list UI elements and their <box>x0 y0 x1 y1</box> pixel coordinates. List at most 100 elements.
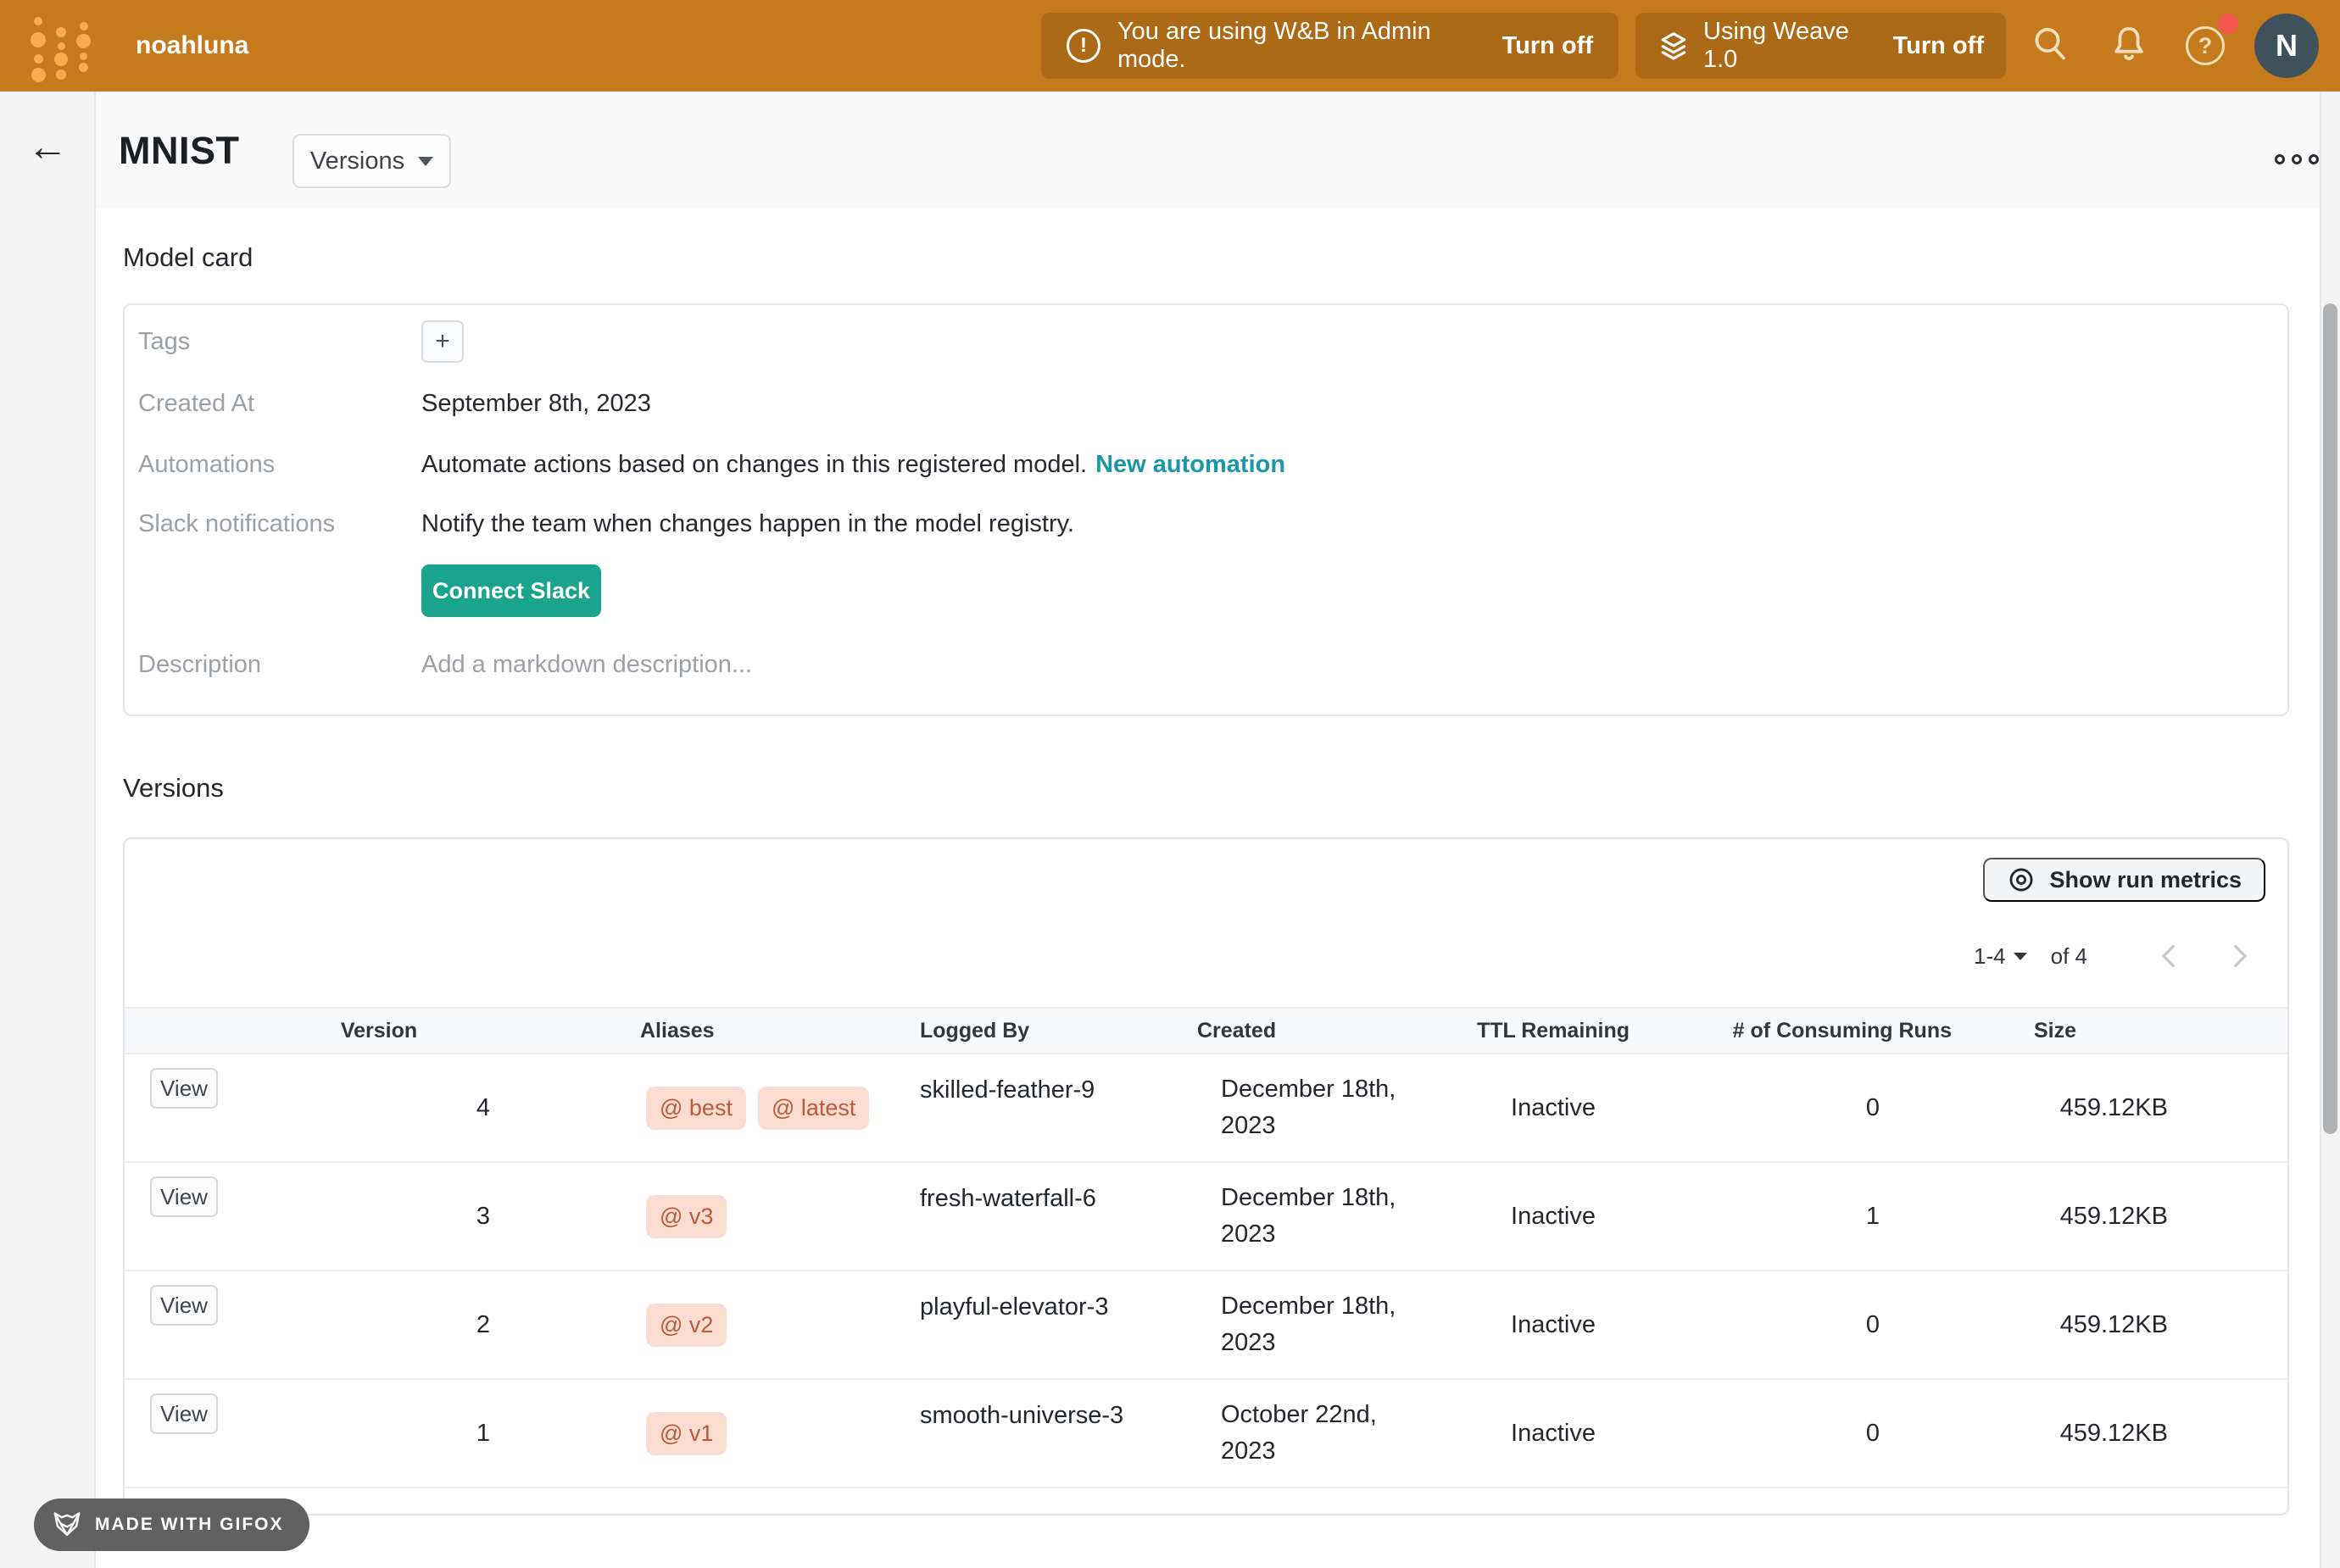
alias-badge[interactable]: @ v1 <box>646 1412 727 1455</box>
chevron-down-icon <box>418 157 433 166</box>
weave-banner-text: Using Weave 1.0 <box>1703 18 1869 74</box>
aliases-cell: @ best @ latest <box>502 1087 900 1130</box>
version-number: 2 <box>256 1311 502 1339</box>
aliases-cell: @ v2 <box>502 1304 900 1347</box>
model-card-panel: Tags + Created At September 8th, 2023 Au… <box>123 303 2289 716</box>
created-at-value: September 8th, 2023 <box>421 390 2274 418</box>
table-row: View 1 @ v1 smooth-universe-3 October 22… <box>125 1380 2287 1488</box>
versions-heading: Versions <box>123 773 224 803</box>
ttl-value: Inactive <box>1443 1203 1663 1231</box>
alias-badge[interactable]: @ v2 <box>646 1304 727 1347</box>
logged-by-run-link[interactable]: fresh-waterfall-6 <box>900 1163 1189 1213</box>
ttl-value: Inactive <box>1443 1420 1663 1448</box>
made-with-gifox-badge[interactable]: MADE WITH GIFOX <box>34 1498 309 1551</box>
wandb-dots-logo[interactable] <box>27 10 102 83</box>
size-value: 459.12KB <box>1986 1094 2168 1122</box>
main-content: Model card Tags + Created At September 8… <box>96 209 2320 1568</box>
alert-circle-icon: ! <box>1067 29 1100 63</box>
col-created: Created <box>1189 1019 1443 1043</box>
slack-notifications-text: Notify the team when changes happen in t… <box>421 510 2274 538</box>
admin-banner-text: You are using W&B in Admin mode. <box>1117 18 1475 74</box>
created-date: December 18th, 2023 <box>1189 1288 1416 1362</box>
logged-by-run-link[interactable]: smooth-universe-3 <box>900 1380 1189 1430</box>
alias-badge[interactable]: @ v3 <box>646 1195 727 1238</box>
avatar-initial: N <box>2276 28 2298 64</box>
created-date: December 18th, 2023 <box>1189 1071 1416 1145</box>
kebab-menu-icon[interactable] <box>2275 154 2319 164</box>
admin-turn-off-button[interactable]: Turn off <box>1502 32 1593 60</box>
slack-notifications-label: Slack notifications <box>138 510 421 538</box>
scrollbar-thumb[interactable] <box>2323 303 2337 1134</box>
bell-icon[interactable] <box>2109 24 2149 69</box>
admin-mode-banner: ! You are using W&B in Admin mode. Turn … <box>1041 13 1618 79</box>
page-title: MNIST <box>119 129 240 173</box>
logged-by-run-link[interactable]: skilled-feather-9 <box>900 1054 1189 1104</box>
ttl-value: Inactive <box>1443 1094 1663 1122</box>
notification-dot <box>2218 14 2238 34</box>
col-size: Size <box>1986 1019 2168 1043</box>
logged-by-run-link[interactable]: playful-elevator-3 <box>900 1271 1189 1321</box>
version-number: 1 <box>256 1420 502 1448</box>
scrollbar-track[interactable] <box>2320 92 2340 1568</box>
consuming-runs-count: 0 <box>1663 1420 1986 1448</box>
col-aliases: Aliases <box>502 1019 900 1043</box>
consuming-runs-count: 0 <box>1663 1094 1986 1122</box>
model-card-heading: Model card <box>123 242 253 273</box>
versions-dropdown[interactable]: Versions <box>292 134 451 188</box>
alias-badge[interactable]: @ best <box>646 1087 746 1130</box>
chevron-down-icon <box>2014 953 2027 960</box>
description-placeholder[interactable]: Add a markdown description... <box>421 651 2274 679</box>
view-button[interactable]: View <box>150 1393 218 1434</box>
consuming-runs-count: 1 <box>1663 1203 1986 1231</box>
entity-name[interactable]: noahluna <box>136 0 248 92</box>
pagination-range-dropdown[interactable]: 1-4 <box>1974 943 2006 970</box>
tags-label: Tags <box>138 328 421 356</box>
versions-table-header: Version Aliases Logged By Created TTL Re… <box>125 1007 2287 1054</box>
aliases-cell: @ v1 <box>502 1412 900 1455</box>
avatar[interactable]: N <box>2254 14 2319 78</box>
table-row: View 3 @ v3 fresh-waterfall-6 December 1… <box>125 1163 2287 1271</box>
left-sidebar-strip <box>0 92 96 1568</box>
weave-turn-off-button[interactable]: Turn off <box>1893 32 1984 60</box>
col-version: Version <box>256 1019 502 1043</box>
size-value: 459.12KB <box>1986 1203 2168 1231</box>
pagination-total: of 4 <box>2051 943 2087 970</box>
table-row: View 4 @ best @ latest skilled-feather-9… <box>125 1054 2287 1163</box>
aliases-cell: @ v3 <box>502 1195 900 1238</box>
connect-slack-button[interactable]: Connect Slack <box>421 564 601 617</box>
view-button[interactable]: View <box>150 1068 218 1109</box>
automations-label: Automations <box>138 451 421 479</box>
alias-badge[interactable]: @ latest <box>758 1087 869 1130</box>
chevron-left-icon[interactable] <box>2155 942 2184 970</box>
weave-layers-icon <box>1658 30 1690 62</box>
size-value: 459.12KB <box>1986 1420 2168 1448</box>
col-ttl-remaining: TTL Remaining <box>1443 1019 1663 1043</box>
table-row: View 2 @ v2 playful-elevator-3 December … <box>125 1271 2287 1380</box>
version-number: 4 <box>256 1094 502 1122</box>
col-consuming-runs: # of Consuming Runs <box>1663 1019 1986 1043</box>
view-button[interactable]: View <box>150 1285 218 1326</box>
top-navbar: noahluna ! You are using W&B in Admin mo… <box>0 0 2340 92</box>
show-run-metrics-button[interactable]: Show run metrics <box>1983 858 2265 902</box>
view-button[interactable]: View <box>150 1176 218 1217</box>
created-at-label: Created At <box>138 390 421 418</box>
add-tag-button[interactable]: + <box>421 320 464 363</box>
automations-value: Automate actions based on changes in thi… <box>421 451 2274 479</box>
chevron-right-icon[interactable] <box>2225 942 2254 970</box>
created-date: December 18th, 2023 <box>1189 1180 1416 1254</box>
version-number: 3 <box>256 1203 502 1231</box>
size-value: 459.12KB <box>1986 1311 2168 1339</box>
search-icon[interactable] <box>2030 24 2070 69</box>
new-automation-link[interactable]: New automation <box>1095 451 1285 478</box>
weave-banner: Using Weave 1.0 Turn off <box>1635 13 2006 79</box>
automations-text: Automate actions based on changes in thi… <box>421 451 1087 478</box>
help-icon[interactable]: ? <box>2186 26 2225 65</box>
consuming-runs-count: 0 <box>1663 1311 1986 1339</box>
versions-panel: Show run metrics 1-4 of 4 Version Aliase… <box>123 837 2289 1515</box>
col-logged-by: Logged By <box>900 1019 1189 1043</box>
show-run-metrics-label: Show run metrics <box>2049 867 2242 893</box>
back-arrow-icon[interactable]: ← <box>27 127 68 168</box>
versions-dropdown-label: Versions <box>310 147 404 175</box>
created-date: October 22nd, 2023 <box>1189 1397 1416 1471</box>
gifox-badge-text: MADE WITH GIFOX <box>95 1515 284 1535</box>
